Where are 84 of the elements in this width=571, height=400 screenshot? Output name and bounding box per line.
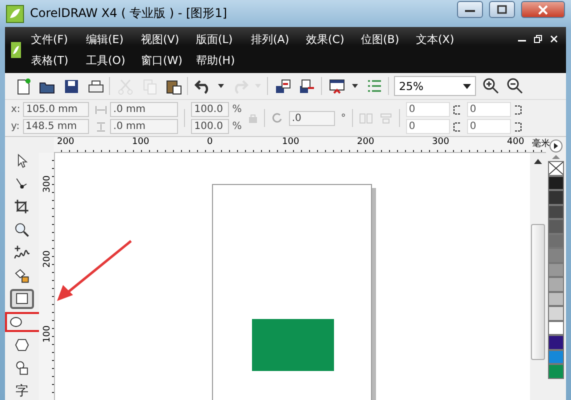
ruler-label: 400: [507, 137, 524, 147]
scroll-up-icon[interactable]: [534, 159, 542, 164]
menu-item[interactable]: 窗口(W): [141, 53, 196, 68]
color-swatch[interactable]: [548, 292, 564, 306]
menu-item[interactable]: 编辑(E): [86, 32, 141, 47]
maximize-icon: [497, 5, 507, 14]
color-swatch[interactable]: [548, 320, 564, 335]
export-icon[interactable]: [298, 77, 316, 95]
color-swatch[interactable]: [548, 248, 564, 262]
zoom-combo-box[interactable]: 25%: [394, 76, 476, 96]
corner-field[interactable]: 0: [406, 102, 450, 117]
height-field[interactable]: .0 mm: [110, 119, 178, 134]
window-title: CorelDRAW X4 ( 专业版 ) - [图形1]: [30, 5, 228, 22]
shapes-icon: [13, 359, 31, 377]
rotate-icon: [270, 112, 283, 124]
paint-bucket-icon: [13, 267, 31, 285]
degree-label: °: [340, 112, 346, 124]
menu-item[interactable]: 工具(O): [86, 53, 141, 68]
scrollbar-thumb[interactable]: [531, 224, 545, 360]
menu-item[interactable]: 视图(V): [141, 32, 196, 47]
text-tool[interactable]: 字: [10, 381, 34, 400]
ruler-label: 200: [42, 250, 53, 268]
width-icon: [95, 104, 108, 114]
x-position-field[interactable]: 105.0 mm: [23, 102, 90, 117]
import-icon[interactable]: [274, 77, 292, 95]
launcher-icon[interactable]: [328, 77, 346, 95]
ruler-label: 300: [432, 137, 450, 147]
color-swatch[interactable]: [548, 350, 564, 364]
menu-item[interactable]: 帮助(H): [196, 53, 251, 68]
corner-field[interactable]: 0: [406, 119, 450, 134]
y-label: y:: [11, 121, 20, 132]
color-swatch[interactable]: [548, 176, 564, 190]
minimize-button[interactable]: [457, 1, 483, 18]
menu-item[interactable]: 排列(A): [251, 32, 306, 47]
color-swatch[interactable]: [548, 306, 564, 320]
ruler-label: 200: [57, 137, 74, 147]
app-icon: [6, 4, 24, 22]
rectangle-tool[interactable]: [10, 289, 34, 309]
color-swatch[interactable]: [548, 190, 564, 204]
caret-icon[interactable]: [218, 84, 224, 88]
zoom-icon: [13, 221, 31, 239]
menu-item[interactable]: 表格(T): [31, 53, 86, 68]
color-swatch[interactable]: [548, 335, 564, 350]
x-label: x:: [11, 104, 20, 115]
maximize-button[interactable]: [489, 1, 515, 18]
color-swatch[interactable]: [548, 219, 564, 234]
scale-field[interactable]: 100.0: [191, 102, 230, 117]
color-swatch[interactable]: [548, 277, 564, 292]
percent-label: %: [232, 121, 242, 132]
ruler-label: 0: [207, 137, 213, 147]
color-swatch[interactable]: [548, 262, 564, 277]
y-position-field[interactable]: 148.5 mm: [22, 119, 89, 134]
height-icon: [95, 122, 108, 132]
menu-item[interactable]: 文件(F): [31, 32, 86, 47]
ruler-label: 100: [132, 137, 150, 147]
document-icon: [11, 42, 21, 58]
restore-icon[interactable]: [534, 35, 542, 43]
scale-field[interactable]: 100.0: [191, 119, 230, 134]
ruler-label: 300: [42, 175, 53, 193]
corner-field[interactable]: 0: [466, 102, 511, 117]
zoom-in-icon[interactable]: [482, 77, 500, 95]
menu-item[interactable]: 效果(C): [306, 32, 361, 47]
ruler-label: 100: [282, 137, 300, 147]
menu-item[interactable]: 版面(L): [196, 32, 251, 47]
ruler-label: 100: [42, 325, 53, 343]
close-icon: [538, 4, 548, 14]
menu-item[interactable]: 文本(X): [416, 32, 471, 47]
width-field[interactable]: .0 mm: [110, 102, 178, 117]
close-button[interactable]: [521, 1, 565, 18]
unit-label: 毫米: [532, 137, 550, 150]
corner-field[interactable]: 0: [466, 119, 511, 134]
menu-item[interactable]: 位图(B): [361, 32, 416, 47]
color-swatch[interactable]: [548, 364, 564, 378]
polygon-icon: [13, 336, 31, 354]
crop-icon: [13, 198, 31, 216]
zoom-out-icon[interactable]: [506, 77, 524, 95]
ruler-label: 200: [357, 137, 374, 147]
rotation-field[interactable]: .0: [288, 110, 335, 126]
color-swatch[interactable]: [548, 204, 564, 219]
no-color-swatch[interactable]: [548, 161, 564, 176]
color-swatch[interactable]: [548, 234, 564, 248]
percent-label: %: [232, 104, 242, 115]
close-icon[interactable]: [550, 35, 558, 43]
caret-icon[interactable]: [352, 84, 358, 88]
